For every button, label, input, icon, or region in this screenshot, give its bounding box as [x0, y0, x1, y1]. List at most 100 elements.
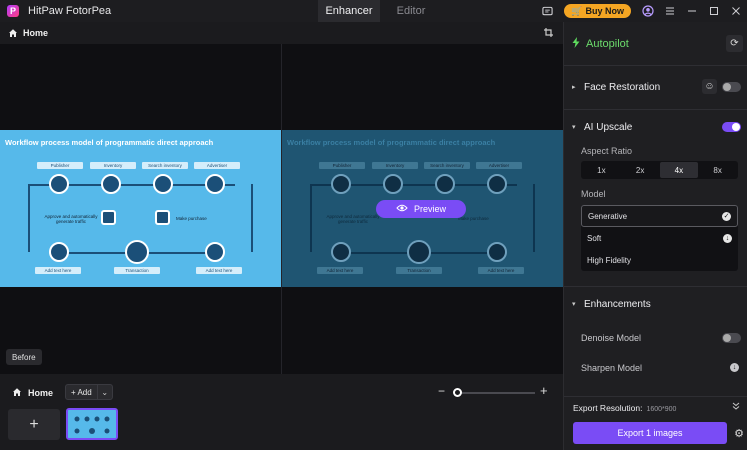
slide-node — [101, 174, 121, 194]
feedback-icon[interactable] — [536, 0, 558, 22]
cart-icon: 🛒 — [571, 5, 583, 16]
preview-label: Preview — [413, 204, 446, 214]
section-divider — [564, 286, 747, 287]
aspect-2x[interactable]: 2x — [621, 162, 660, 178]
aspect-1x[interactable]: 1x — [582, 162, 621, 178]
slide-bottom-center: Transaction — [396, 267, 442, 274]
slide-mid-left: Approve and automatically generate traff… — [326, 214, 380, 224]
slide-bottom-left: Add text here — [35, 267, 81, 274]
aspect-ratio-selector: 1x 2x 4x 8x — [581, 161, 738, 179]
model-list: Generative ✓ Soft ↓ High Fidelity — [581, 205, 738, 271]
tray-home[interactable]: Home — [12, 387, 53, 399]
add-image-tile[interactable]: + — [8, 409, 60, 440]
settings-panel: Autopilot ⟳ ▸ Face Restoration ☺ ▾ AI Up… — [563, 22, 747, 450]
aspect-4x[interactable]: 4x — [659, 162, 699, 178]
slide-role-publisher: Publisher — [37, 162, 83, 169]
slide-role-search-inventory: Search inventory — [424, 162, 470, 169]
app-title: HitPaw FotorPea — [28, 5, 112, 17]
chevron-double-down-icon[interactable] — [732, 402, 740, 412]
aspect-ratio-label: Aspect Ratio — [581, 146, 633, 156]
caret-down-icon: ▾ — [572, 301, 576, 308]
model-generative[interactable]: Generative ✓ — [581, 205, 738, 227]
image-thumbnail[interactable] — [66, 408, 118, 440]
zoom-out-button[interactable]: − — [438, 384, 445, 398]
zoom-slider[interactable] — [455, 392, 535, 394]
crop-icon[interactable] — [543, 27, 555, 39]
slide-bottom-left: Add text here — [317, 267, 363, 274]
denoise-model-toggle[interactable] — [722, 333, 741, 343]
menu-icon[interactable] — [659, 0, 681, 22]
enhancements-label: Enhancements — [584, 298, 651, 310]
export-resolution-value: 1600*900 — [646, 406, 677, 413]
before-image: Workflow process model of programmatic d… — [0, 130, 281, 287]
slide-mid-right: Make purchase — [458, 216, 489, 221]
slide-node — [101, 210, 116, 225]
export-resolution[interactable]: Export Resolution: 1600*900 — [573, 403, 676, 413]
slide-bottom-right: Add text here — [478, 267, 524, 274]
close-icon[interactable] — [725, 0, 747, 22]
slide-connector — [251, 184, 253, 252]
slide-role-search-inventory: Search inventory — [142, 162, 188, 169]
face-restoration-toggle[interactable] — [722, 82, 741, 92]
buy-now-button[interactable]: 🛒 Buy Now — [564, 4, 631, 18]
minimize-icon[interactable] — [681, 0, 703, 22]
ai-upscale-toggle[interactable] — [722, 122, 741, 132]
model-soft-label: Soft — [587, 233, 602, 243]
autopilot-row[interactable]: Autopilot ⟳ — [564, 22, 747, 65]
autopilot-label: Autopilot — [586, 37, 629, 50]
zoom-in-button[interactable]: + — [540, 383, 548, 398]
section-divider — [564, 65, 747, 66]
before-tag: Before — [6, 349, 42, 365]
ai-upscale-label: AI Upscale — [584, 121, 633, 133]
slide-node — [487, 174, 507, 194]
add-dropdown[interactable]: ⌄ — [98, 385, 112, 399]
slide-node — [155, 210, 170, 225]
slide-mid-right: Make purchase — [176, 216, 207, 221]
preview-button[interactable]: Preview — [376, 200, 466, 218]
add-button[interactable]: + Add — [66, 385, 98, 399]
add-group: + Add ⌄ — [65, 384, 113, 400]
home-icon[interactable] — [8, 28, 18, 38]
title-bar: P HitPaw FotorPea Enhancer Editor 🛒 Buy N… — [0, 0, 747, 22]
slide-node — [49, 242, 69, 262]
gear-icon[interactable]: ⚙ — [734, 427, 744, 440]
account-icon[interactable] — [637, 0, 659, 22]
section-divider — [564, 109, 747, 110]
refresh-button[interactable]: ⟳ — [726, 35, 743, 52]
face-restoration-label: Face Restoration — [584, 81, 661, 93]
ai-upscale-section[interactable]: ▾ AI Upscale — [564, 117, 747, 137]
export-resolution-label: Export Resolution: — [573, 403, 643, 413]
slide-bottom-right: Add text here — [196, 267, 242, 274]
slide-role-advertiser: Advertiser — [194, 162, 240, 169]
slide-node — [153, 174, 173, 194]
bottom-tray: Home + Add ⌄ − + + — [0, 374, 563, 450]
download-icon: ↓ — [723, 233, 732, 243]
face-restoration-section[interactable]: ▸ Face Restoration — [564, 77, 747, 97]
model-high-fidelity[interactable]: High Fidelity — [581, 249, 738, 271]
denoise-model-label: Denoise Model — [581, 333, 642, 343]
tab-enhancer[interactable]: Enhancer — [318, 0, 380, 22]
face-icon[interactable]: ☺ — [702, 79, 717, 94]
maximize-icon[interactable] — [703, 0, 725, 22]
slide-title: Workflow process model of programmatic d… — [5, 138, 214, 147]
breadcrumb-home[interactable]: Home — [23, 28, 48, 38]
mode-tabs: Enhancer Editor — [318, 0, 442, 22]
zoom-slider-handle[interactable] — [453, 388, 462, 397]
export-button[interactable]: Export 1 images — [573, 422, 727, 444]
download-icon[interactable]: ↓ — [730, 363, 739, 372]
aspect-8x[interactable]: 8x — [698, 162, 737, 178]
caret-down-icon: ▾ — [572, 124, 576, 131]
workspace-header: Home — [0, 22, 563, 44]
eye-icon — [396, 204, 408, 214]
tab-editor[interactable]: Editor — [380, 0, 442, 22]
enhancements-section[interactable]: ▾ Enhancements — [564, 294, 747, 314]
app-window: P HitPaw FotorPea Enhancer Editor 🛒 Buy N… — [0, 0, 747, 450]
slide-role-publisher: Publisher — [319, 162, 365, 169]
slide-connector — [28, 184, 30, 252]
slide-mid-left: Approve and automatically generate traff… — [44, 214, 98, 224]
refresh-icon: ⟳ — [730, 38, 739, 49]
slide-role-advertiser: Advertiser — [476, 162, 522, 169]
slide-node — [331, 174, 351, 194]
model-soft[interactable]: Soft ↓ — [581, 227, 738, 249]
slide-role-inventory: Inventory — [372, 162, 418, 169]
